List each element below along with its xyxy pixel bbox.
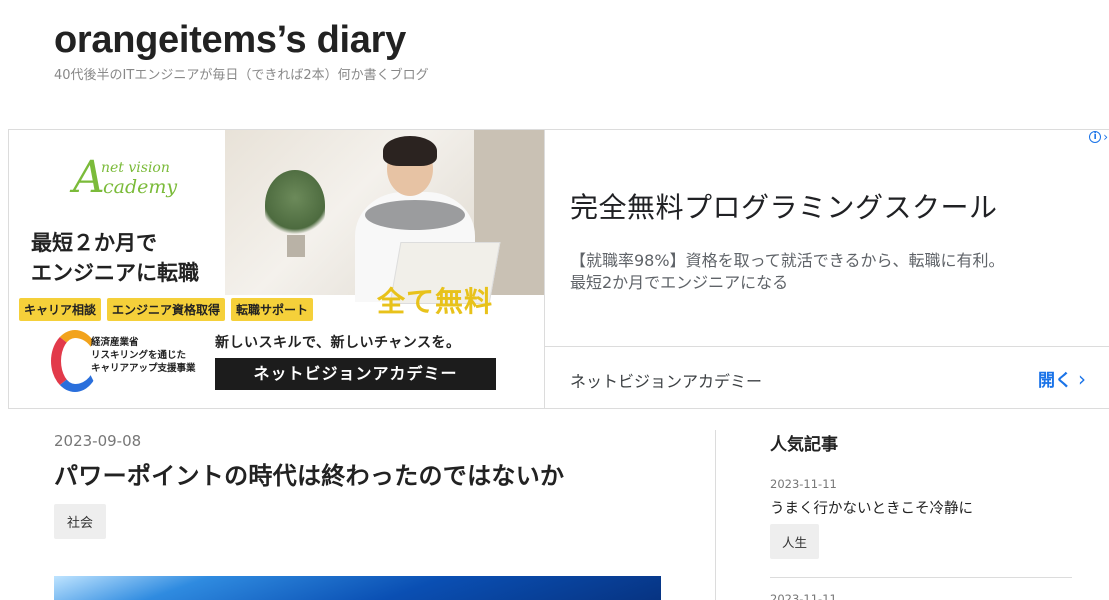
sidebar-divider (770, 577, 1072, 578)
ad-headline-line1: 最短２か月で (31, 230, 157, 255)
ad-chips: キャリア相談 エンジニア資格取得 転職サポート (19, 298, 314, 321)
column-divider (715, 430, 716, 600)
ad-divider (545, 346, 1109, 347)
ad-banner-image[interactable]: A net vision cademy 最短２か月で エンジニアに転職 キャリア… (9, 130, 544, 408)
popular-article-item[interactable]: 2023-11-11 (770, 592, 1072, 600)
blog-title[interactable]: orangeitems’s diary (54, 18, 429, 62)
ad-choices-button[interactable]: i › (1089, 130, 1108, 144)
ad-headline-line2: エンジニアに転職 (31, 260, 199, 285)
ad-ministry-line1: 経済産業省 (91, 337, 139, 348)
plant-pot-image (287, 235, 305, 257)
ad-headline: 最短２か月で エンジニアに転職 (31, 228, 199, 288)
person-sweater (365, 200, 465, 230)
popular-article-tag[interactable]: 人生 (770, 524, 820, 559)
ad-description-line2: 最短2か月でエンジニアになる (570, 273, 789, 292)
ad-ministry-line2: リスキリングを通じた (91, 350, 187, 361)
ad-chip: エンジニア資格取得 (107, 298, 226, 321)
ad-advertiser-name[interactable]: ネットビジョンアカデミー (570, 368, 762, 392)
advertisement[interactable]: A net vision cademy 最短２か月で エンジニアに転職 キャリア… (8, 129, 1109, 409)
academy-logo-letter: A (73, 152, 105, 203)
ad-open-label: 開く (1038, 371, 1072, 391)
post-title[interactable]: パワーポイントの時代は終わったのではないか (54, 460, 664, 492)
ad-ministry-line3: キャリアアップ支援事業 (91, 363, 196, 374)
chevron-right-icon: › (1078, 366, 1086, 391)
popular-articles-heading: 人気記事 (770, 435, 838, 455)
blog-header: orangeitems’s diary 40代後半のITエンジニアが毎日（できれ… (54, 18, 429, 83)
ad-description-line1: 【就職率98%】資格を取って就活できるから、転職に有利。 (570, 251, 1005, 270)
post-category-tag[interactable]: 社会 (54, 504, 107, 539)
popular-article-item[interactable]: 2023-11-11 うまく行かないときこそ冷静に 人生 (770, 477, 1072, 559)
academy-logo-line2: cademy (103, 176, 178, 198)
academy-logo-line1: net vision (101, 160, 170, 176)
ad-chip: 転職サポート (231, 298, 314, 321)
ad-title[interactable]: 完全無料プログラミングスクール (570, 186, 998, 226)
ad-free-text: 全て無料 (377, 285, 494, 318)
popular-article-date: 2023-11-11 (770, 477, 837, 491)
post-eyecatch-image[interactable] (54, 576, 661, 600)
person-image (355, 136, 501, 304)
ad-brand-box: ネットビジョンアカデミー (215, 358, 496, 390)
sidebar: 人気記事 2023-11-11 うまく行かないときこそ冷静に 人生 2023-1… (770, 430, 1072, 600)
popular-article-date: 2023-11-11 (770, 592, 837, 600)
info-icon: i (1089, 131, 1102, 143)
chevron-right-icon: › (1103, 130, 1108, 144)
popular-article-title[interactable]: うまく行かないときこそ冷静に (770, 497, 1072, 518)
ad-description: 【就職率98%】資格を取って就活できるから、転職に有利。 最短2か月でエンジニア… (570, 250, 1090, 294)
ad-tagline: 新しいスキルで、新しいチャンスを。 (215, 335, 461, 351)
ad-chip: キャリア相談 (19, 298, 102, 321)
main-content: 2023-09-08 パワーポイントの時代は終わったのではないか 社会 (54, 432, 664, 600)
ad-photo (225, 130, 544, 304)
blog-description: 40代後半のITエンジニアが毎日（できれば2本）何か書くブログ (54, 68, 429, 83)
plant-image (265, 170, 325, 240)
ad-text-panel[interactable]: 完全無料プログラミングスクール 【就職率98%】資格を取って就活できるから、転職… (544, 130, 1109, 408)
person-hair (383, 136, 437, 166)
ad-ministry-text: 経済産業省 リスキリングを通じた キャリアアップ支援事業 (91, 336, 196, 375)
ad-open-button[interactable]: 開く › (1038, 366, 1086, 392)
post-date[interactable]: 2023-09-08 (54, 432, 664, 450)
